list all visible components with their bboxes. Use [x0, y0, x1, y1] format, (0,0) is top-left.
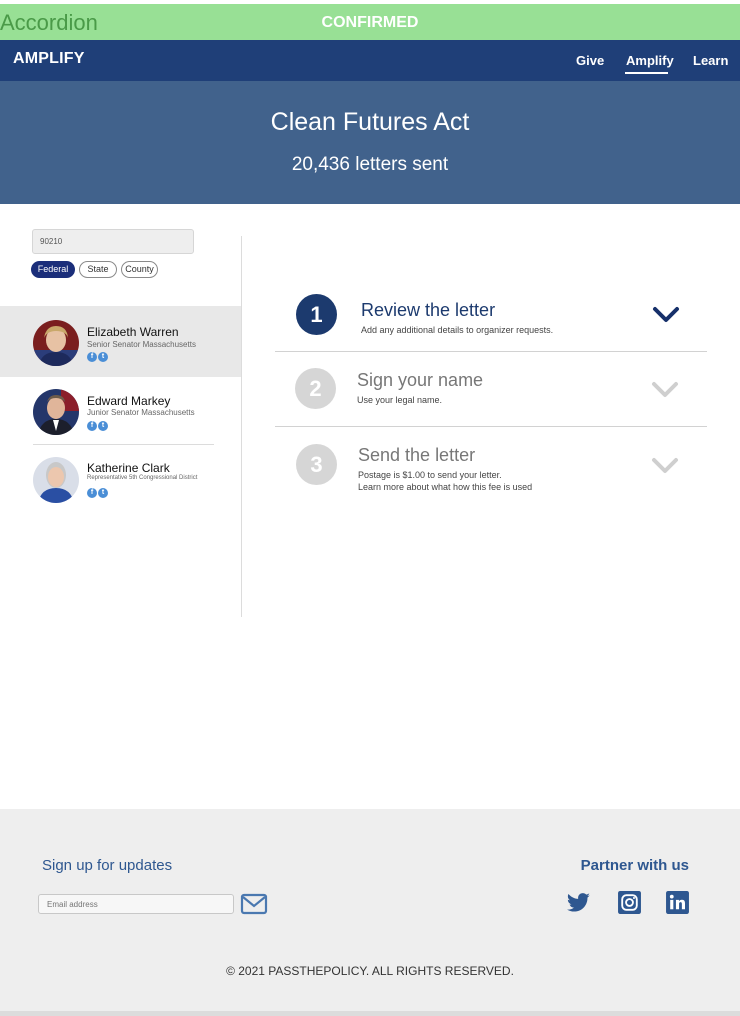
- rep-role: Junior Senator Massachusetts: [87, 408, 195, 417]
- accordion-step-send[interactable]: 3 Send the letter Postage is $1.00 to se…: [275, 427, 707, 507]
- facebook-icon[interactable]: f: [87, 352, 97, 362]
- avatar: [33, 457, 79, 503]
- step-description: Use your legal name.: [357, 395, 443, 405]
- nav-link-learn[interactable]: Learn: [693, 53, 728, 68]
- rep-name: Elizabeth Warren: [87, 325, 179, 339]
- twitter-icon[interactable]: t: [98, 421, 108, 431]
- step-title: Send the letter: [358, 445, 476, 465]
- step-number-badge: 2: [295, 368, 336, 409]
- zip-code-input[interactable]: [32, 229, 194, 254]
- rep-card-clark[interactable]: Katherine Clark Representative 5th Congr…: [0, 445, 241, 511]
- instagram-icon[interactable]: [617, 890, 642, 915]
- rep-role: Representative 5th Congressional Distric…: [87, 475, 198, 481]
- step-description: Postage is $1.00 to send your letter.: [358, 470, 502, 480]
- state-banner: Accordion CONFIRMED: [0, 4, 740, 40]
- filter-federal[interactable]: Federal: [31, 261, 75, 278]
- email-field[interactable]: [38, 894, 234, 914]
- letters-sent-count: 20,436 letters sent: [291, 154, 449, 175]
- partner-title: Partner with us: [580, 857, 689, 874]
- filter-state[interactable]: State: [79, 261, 117, 278]
- active-nav-indicator: [625, 72, 668, 74]
- avatar: [33, 389, 79, 435]
- campaign-hero: Clean Futures Act 20,436 letters sent: [0, 81, 740, 204]
- chevron-down-icon[interactable]: [651, 381, 679, 399]
- page-bottom-edge: [0, 1011, 740, 1016]
- rep-social-links: f t: [87, 421, 108, 431]
- rep-role: Senior Senator Massachusetts: [87, 340, 196, 349]
- accordion-step-sign[interactable]: 2 Sign your name Use your legal name.: [275, 352, 707, 426]
- filter-county[interactable]: County: [121, 261, 158, 278]
- twitter-icon[interactable]: t: [98, 488, 108, 498]
- facebook-icon[interactable]: f: [87, 488, 97, 498]
- signup-title: Sign up for updates: [42, 857, 173, 874]
- campaign-title: Clean Futures Act: [270, 108, 470, 136]
- step-title: Sign your name: [357, 370, 484, 390]
- rep-social-links: f t: [87, 488, 108, 498]
- rep-name: Katherine Clark: [87, 461, 170, 475]
- rep-card-warren[interactable]: Elizabeth Warren Senior Senator Massachu…: [0, 306, 241, 377]
- step-number-badge: 1: [296, 294, 337, 335]
- twitter-icon[interactable]: [566, 890, 591, 915]
- mail-icon[interactable]: [240, 893, 268, 915]
- nav-link-amplify[interactable]: Amplify: [626, 53, 674, 68]
- fee-info-link[interactable]: Learn more about what how this fee is us…: [358, 481, 532, 493]
- brand-logo[interactable]: AMPLIFY: [13, 50, 85, 68]
- page: Accordion CONFIRMED AMPLIFY Give Amplify…: [0, 0, 740, 1016]
- copyright: © 2021 PASSTHEPOLICY. ALL RIGHTS RESERVE…: [226, 964, 514, 978]
- state-label: CONFIRMED: [321, 14, 419, 31]
- linkedin-icon[interactable]: [665, 890, 690, 915]
- step-number-badge: 3: [296, 444, 337, 485]
- rep-social-links: f t: [87, 352, 108, 362]
- avatar: [33, 320, 79, 366]
- rep-name: Edward Markey: [87, 394, 171, 408]
- accordion-step-review[interactable]: 1 Review the letter Add any additional d…: [275, 286, 707, 351]
- nav-link-give[interactable]: Give: [576, 53, 604, 68]
- facebook-icon[interactable]: f: [87, 421, 97, 431]
- rep-card-markey[interactable]: Edward Markey Junior Senator Massachuset…: [0, 377, 241, 444]
- twitter-icon[interactable]: t: [98, 352, 108, 362]
- step-description: Add any additional details to organizer …: [361, 325, 554, 335]
- footer: Sign up for updates Partner with us © 20…: [0, 809, 740, 1011]
- step-title: Review the letter: [361, 300, 496, 320]
- chevron-down-icon[interactable]: [652, 306, 680, 324]
- chevron-down-icon[interactable]: [651, 457, 679, 475]
- panel-divider: [241, 236, 242, 617]
- navbar: AMPLIFY Give Amplify Learn: [0, 40, 740, 81]
